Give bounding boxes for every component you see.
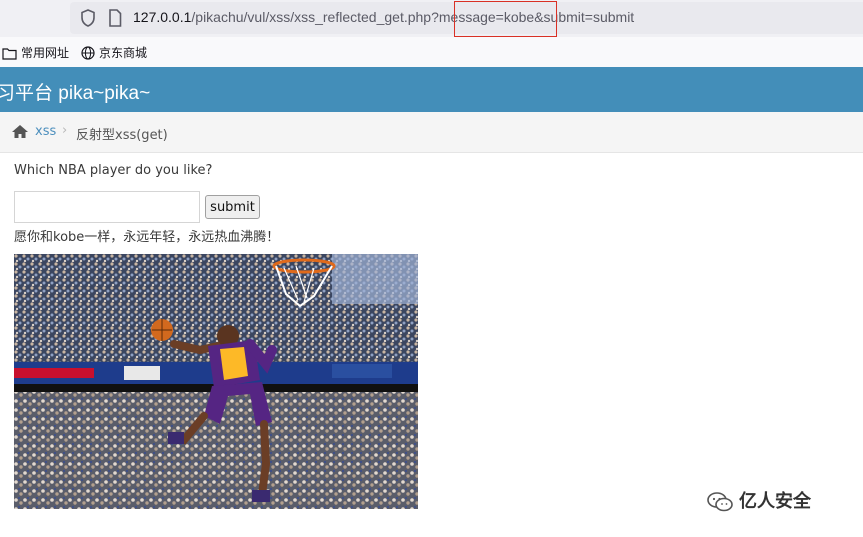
bookmark-jd-mall[interactable]: 京东商城 xyxy=(81,44,147,61)
message-input[interactable] xyxy=(14,191,200,223)
site-title[interactable]: 习平台 pika~pika~ xyxy=(0,78,150,105)
url-host: 127.0.0.1 xyxy=(133,9,192,25)
address-bar: 127.0.0.1/pikachu/vul/xss/xss_reflected_… xyxy=(0,0,863,37)
submit-button[interactable]: submit xyxy=(205,195,260,219)
kobe-dunk-photo xyxy=(14,254,418,509)
watermark-text: 亿人安全 xyxy=(739,491,811,512)
url-parameter-highlight xyxy=(454,1,557,37)
breadcrumb-separator: › xyxy=(62,123,68,138)
folder-icon xyxy=(2,48,17,60)
url-path: /pikachu/vul/xss/xss_reflected_get.php?m… xyxy=(191,9,635,25)
wechat-icon xyxy=(707,492,733,512)
bookmark-common-sites[interactable]: 常用网址 xyxy=(2,44,69,61)
url-text[interactable]: 127.0.0.1/pikachu/vul/xss/xss_reflected_… xyxy=(133,9,634,25)
bookmark-label: 京东商城 xyxy=(99,46,148,60)
wechat-watermark: 亿人安全 xyxy=(707,487,811,513)
bookmarks-bar: 常用网址 京东商城 xyxy=(0,37,863,67)
breadcrumb-xss-link[interactable]: xss xyxy=(35,124,56,139)
reflected-result-text: 愿你和kobe一样，永远年轻，永远热血沸腾！ xyxy=(14,230,280,245)
bookmark-label: 常用网址 xyxy=(21,46,70,60)
shield-icon[interactable] xyxy=(80,9,96,27)
home-icon[interactable] xyxy=(11,124,29,139)
page-icon[interactable] xyxy=(108,9,122,27)
globe-icon xyxy=(81,46,95,60)
question-label: Which NBA player do you like? xyxy=(14,163,213,178)
breadcrumb: xss › 反射型xss(get) xyxy=(0,112,863,153)
site-header: 习平台 pika~pika~ xyxy=(0,67,863,112)
breadcrumb-current: 反射型xss(get) xyxy=(76,128,168,143)
